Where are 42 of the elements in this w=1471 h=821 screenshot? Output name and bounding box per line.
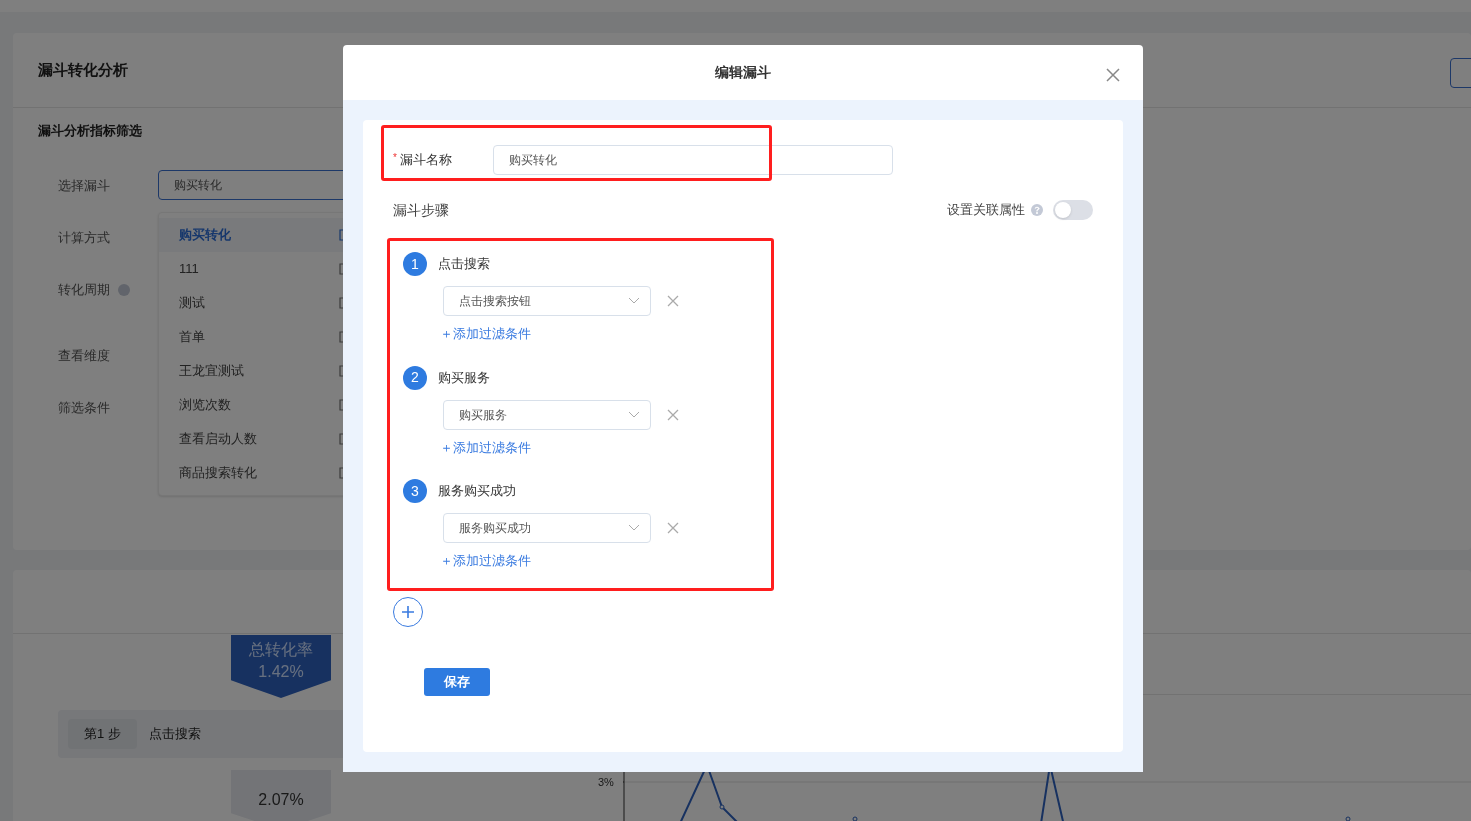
chevron-down-icon	[628, 524, 640, 532]
axis-tick-label: 3%	[598, 775, 614, 790]
steps-heading: 漏斗步骤	[393, 200, 449, 220]
step-name: 点击搜索	[148, 725, 201, 744]
toggle-switch[interactable]	[1053, 200, 1093, 220]
step-tag: 第1 步	[68, 719, 137, 749]
form-label: 转化周期	[58, 281, 110, 300]
field-label: 漏斗名称	[399, 151, 452, 170]
page-title: 漏斗转化分析	[38, 59, 128, 80]
add-filter-link[interactable]: ＋添加过滤条件	[440, 551, 531, 571]
form-label: 筛选条件	[58, 399, 110, 418]
remove-step-button[interactable]	[667, 295, 679, 307]
help-icon	[118, 284, 130, 296]
event-select[interactable]: 服务购买成功	[443, 513, 651, 543]
chevron-down-icon	[628, 410, 640, 419]
form-label: 选择漏斗	[58, 177, 110, 196]
plus-icon	[401, 604, 415, 619]
step-number: 3	[403, 479, 427, 503]
event-select[interactable]: 购买服务	[443, 399, 651, 430]
remove-step-button[interactable]	[667, 522, 679, 534]
step-title: 购买服务	[438, 368, 490, 387]
form-label: 计算方式	[58, 229, 110, 248]
close-button[interactable]	[1105, 67, 1121, 83]
step-title: 服务购买成功	[438, 482, 516, 501]
form-label: 查看维度	[58, 347, 110, 366]
required-mark: *	[393, 151, 397, 166]
name-input-field[interactable]: 购买转化	[493, 145, 893, 175]
chevron-down-icon	[628, 297, 640, 305]
event-select[interactable]: 点击搜索按钮	[443, 286, 651, 316]
section-title: 漏斗分析指标筛选	[38, 123, 142, 138]
step-rate-badge: 2.07%	[231, 770, 331, 821]
step-title: 点击搜索	[438, 255, 490, 274]
add-filter-link[interactable]: ＋添加过滤条件	[440, 324, 531, 344]
add-filter-link[interactable]: ＋添加过滤条件	[440, 437, 531, 457]
save-button[interactable]: 保存	[424, 667, 490, 696]
toggle-label: 设置关联属性	[947, 201, 1025, 220]
total-rate-badge: 总转化率 1.42%	[231, 635, 331, 698]
remove-step-button[interactable]	[667, 408, 679, 421]
step-number: 1	[403, 252, 427, 276]
dialog-title: 编辑漏斗	[715, 63, 771, 82]
step-number: 2	[403, 365, 427, 390]
help-icon	[1031, 204, 1043, 216]
